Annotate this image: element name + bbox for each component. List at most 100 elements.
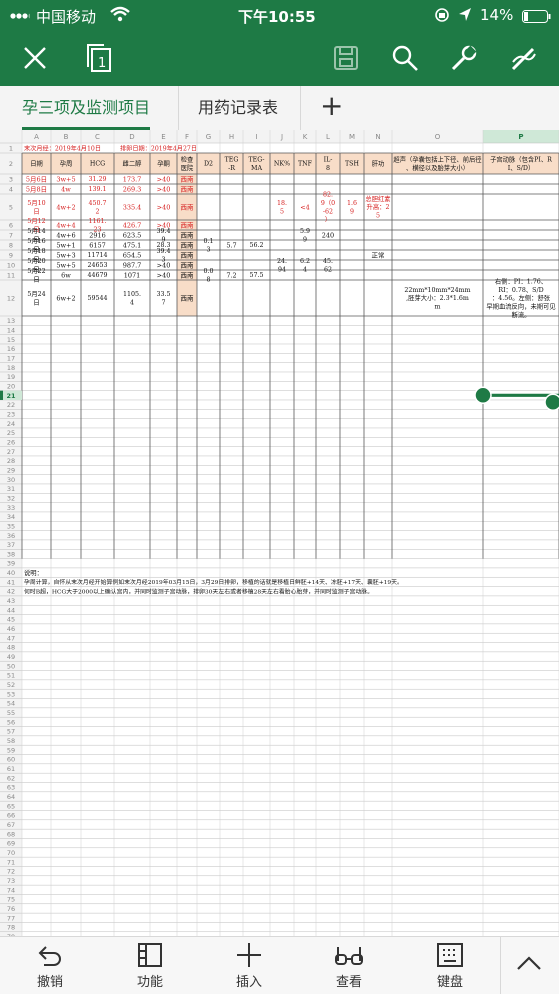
column-letter[interactable]: G	[206, 133, 211, 141]
save-icon[interactable]	[328, 40, 364, 76]
column-letter[interactable]: F	[185, 133, 189, 141]
row-number[interactable]: 7	[9, 232, 13, 240]
row-number[interactable]: 15	[7, 336, 15, 344]
row-number[interactable]: 57	[7, 728, 15, 736]
column-letter[interactable]: B	[64, 133, 69, 141]
undo-button[interactable]: 撤销	[20, 941, 80, 990]
row-number[interactable]: 68	[7, 830, 15, 838]
row-number[interactable]: 71	[7, 858, 15, 866]
add-sheet-button[interactable]: +	[320, 86, 343, 130]
row-number[interactable]: 29	[7, 466, 15, 474]
view-button[interactable]: 查看	[319, 941, 379, 990]
row-number[interactable]: 55	[7, 709, 15, 717]
row-number[interactable]: 37	[7, 541, 15, 549]
row-number[interactable]: 44	[7, 606, 15, 614]
keyboard-button[interactable]: 键盘	[420, 941, 480, 990]
row-number[interactable]: 11	[7, 272, 15, 280]
row-number[interactable]: 78	[7, 924, 15, 932]
row-number[interactable]: 22	[7, 401, 15, 409]
column-letter[interactable]: D	[129, 133, 134, 141]
row-number[interactable]: 3	[9, 176, 13, 184]
row-number[interactable]: 42	[7, 588, 15, 596]
row-number[interactable]: 43	[7, 597, 15, 605]
window-icon[interactable]: 1	[81, 40, 117, 76]
cell-grid[interactable]: A B C D E F G H I J K L M N O P123456789101112131415161…	[0, 130, 559, 936]
row-number[interactable]: 38	[7, 550, 15, 558]
row-number[interactable]: 66	[7, 812, 15, 820]
row-number[interactable]: 20	[7, 382, 15, 390]
row-number[interactable]: 48	[7, 644, 15, 652]
row-number[interactable]: 70	[7, 849, 15, 857]
row-number[interactable]: 51	[7, 672, 15, 680]
column-letter[interactable]: C	[95, 133, 100, 141]
row-number[interactable]: 62	[7, 774, 15, 782]
row-number[interactable]: 36	[7, 532, 15, 540]
row-number[interactable]: 53	[7, 690, 15, 698]
column-letter[interactable]: L	[326, 133, 330, 141]
row-number[interactable]: 32	[7, 494, 15, 502]
row-number[interactable]: 10	[7, 262, 15, 270]
wrench-icon[interactable]	[446, 40, 482, 76]
row-number[interactable]: 35	[7, 522, 15, 530]
row-number[interactable]: 45	[7, 616, 15, 624]
row-number[interactable]: 56	[7, 718, 15, 726]
row-number[interactable]: 39	[7, 560, 15, 568]
row-number[interactable]: 59	[7, 746, 15, 754]
row-number[interactable]: 25	[7, 429, 15, 437]
selection-handle-left[interactable]	[474, 386, 492, 405]
column-letter[interactable]: M	[349, 133, 355, 141]
row-number[interactable]: 33	[7, 504, 15, 512]
column-letter[interactable]: A	[34, 133, 39, 141]
pen-icon[interactable]	[505, 40, 541, 76]
row-number[interactable]: 58	[7, 737, 15, 745]
row-number[interactable]: 31	[7, 485, 15, 493]
row-number[interactable]: 13	[7, 317, 15, 325]
tab-pregnancy-monitoring[interactable]: 孕三项及监测项目	[22, 86, 151, 130]
row-number[interactable]: 47	[7, 634, 15, 642]
row-number[interactable]: 65	[7, 802, 15, 810]
row-number[interactable]: 40	[7, 569, 15, 577]
row-number[interactable]: 61	[7, 765, 15, 773]
column-letter[interactable]: P	[518, 133, 523, 141]
row-number[interactable]: 64	[7, 793, 15, 801]
row-number[interactable]: 52	[7, 681, 15, 689]
row-number[interactable]: 72	[7, 868, 15, 876]
column-letter[interactable]: I	[255, 133, 257, 141]
selection-handle-right[interactable]	[544, 393, 559, 412]
row-number[interactable]: 50	[7, 662, 15, 670]
spreadsheet-grid[interactable]: A B C D E F G H I J K L M N O P 1 2 3 4 5 6 7 8 9 10 11 12 13 14 15 16 1…	[0, 130, 559, 936]
row-number[interactable]: 27	[7, 448, 15, 456]
row-number[interactable]: 12	[7, 295, 15, 303]
row-number[interactable]: 63	[7, 784, 15, 792]
row-number[interactable]: 18	[7, 364, 15, 372]
row-number[interactable]: 24	[7, 420, 15, 428]
column-letter[interactable]: O	[435, 133, 441, 141]
row-number[interactable]: 30	[7, 476, 15, 484]
row-number[interactable]: 60	[7, 756, 15, 764]
tab-medication-record[interactable]: 用药记录表	[198, 86, 278, 130]
row-number[interactable]: 1	[9, 145, 13, 153]
column-letter[interactable]: K	[303, 133, 308, 141]
column-letter[interactable]: J	[280, 133, 283, 141]
row-number[interactable]: 46	[7, 625, 15, 633]
insert-button[interactable]: 插入	[219, 941, 279, 990]
row-number[interactable]: 73	[7, 877, 15, 885]
row-number[interactable]: 69	[7, 840, 15, 848]
row-number[interactable]: 67	[7, 821, 15, 829]
search-icon[interactable]	[387, 40, 423, 76]
row-number[interactable]: 54	[7, 700, 15, 708]
close-icon[interactable]	[17, 40, 53, 76]
row-number[interactable]: 76	[7, 905, 15, 913]
row-number[interactable]: 14	[7, 326, 15, 334]
column-letter[interactable]: H	[229, 133, 234, 141]
row-number[interactable]: 19	[7, 373, 15, 381]
row-number[interactable]: 49	[7, 653, 15, 661]
row-number[interactable]: 9	[9, 252, 13, 260]
column-letter[interactable]: N	[375, 133, 380, 141]
row-number[interactable]: 26	[7, 438, 15, 446]
row-number[interactable]: 8	[9, 242, 13, 250]
collapse-chevron-icon[interactable]	[515, 953, 543, 977]
row-number[interactable]: 6	[9, 222, 13, 230]
row-number[interactable]: 34	[7, 513, 15, 521]
row-number[interactable]: 23	[7, 410, 15, 418]
